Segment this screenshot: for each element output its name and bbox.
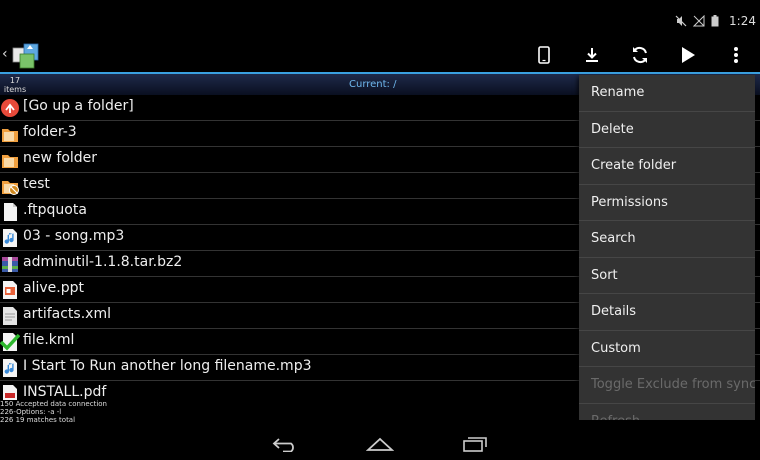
archive-file-icon (2, 257, 18, 272)
recent-apps-icon (463, 437, 487, 452)
sync-button[interactable] (616, 38, 664, 72)
action-bar: ‹ (0, 38, 760, 72)
nav-recents-button[interactable] (455, 432, 495, 456)
go-up-icon (1, 99, 19, 117)
log-line: 226-Options: -a -l (0, 408, 62, 416)
menu-item-refresh[interactable]: Refresh (579, 404, 755, 421)
folder-icon (2, 155, 18, 168)
file-name: folder-3 (23, 124, 77, 140)
navigation-bar (0, 428, 760, 460)
item-count-label: items (3, 85, 27, 94)
action-bar-buttons (520, 38, 760, 72)
file-name: .ftpquota (23, 202, 87, 218)
play-icon (682, 47, 695, 63)
menu-item-search[interactable]: Search (579, 221, 755, 258)
nav-back-button[interactable] (265, 432, 305, 456)
menu-item-sort[interactable]: Sort (579, 258, 755, 294)
file-name: test (23, 176, 50, 192)
file-icon (4, 203, 17, 221)
back-chevron-icon[interactable]: ‹ (2, 46, 8, 62)
folder-icon (2, 129, 18, 142)
current-path: Current: / (349, 79, 397, 90)
file-name: I Start To Run another long filename.mp3 (23, 358, 312, 374)
file-name: adminutil-1.1.8.tar.bz2 (23, 254, 183, 270)
xml-file-icon (3, 307, 17, 325)
more-vertical-icon (734, 47, 738, 63)
menu-item-toggle-exclude[interactable]: Toggle Exclude from sync (579, 367, 755, 404)
menu-item-permissions[interactable]: Permissions (579, 185, 755, 221)
phone-icon (538, 46, 550, 64)
no-signal-icon (692, 14, 705, 27)
log-line: 226 19 matches total (0, 416, 76, 424)
mute-icon (675, 15, 687, 27)
pdf-file-icon (3, 385, 17, 400)
sync-icon (633, 46, 647, 64)
menu-item-create-folder[interactable]: Create folder (579, 148, 755, 185)
item-count: 17 items (0, 76, 30, 94)
presentation-file-icon (3, 281, 17, 299)
download-icon (586, 48, 598, 62)
file-name: artifacts.xml (23, 306, 111, 322)
battery-icon (711, 15, 723, 27)
overflow-menu: Rename Delete Create folder Permissions … (579, 75, 755, 420)
file-name: [Go up a folder] (23, 98, 134, 114)
item-count-number: 17 (9, 76, 21, 85)
menu-item-rename[interactable]: Rename (579, 75, 755, 112)
nav-home-button[interactable] (360, 432, 400, 456)
synced-file-icon (0, 333, 20, 351)
file-name: new folder (23, 150, 98, 166)
file-name: alive.ppt (23, 280, 84, 296)
music-file-icon (3, 359, 17, 377)
menu-item-delete[interactable]: Delete (579, 112, 755, 148)
connection-log: 150 Accepted data connection 226-Options… (0, 400, 400, 428)
device-button[interactable] (520, 38, 568, 72)
log-line: 150 Accepted data connection (0, 400, 107, 408)
status-time: 1:24 (729, 14, 756, 28)
folder-excluded-icon (2, 181, 19, 195)
status-bar: 1:24 (0, 0, 760, 38)
overflow-menu-button[interactable] (712, 38, 760, 72)
back-arrow-icon (272, 438, 294, 452)
app-logo-icon[interactable] (10, 40, 42, 70)
file-name: 03 - song.mp3 (23, 228, 125, 244)
file-name: INSTALL.pdf (23, 384, 107, 400)
play-button[interactable] (664, 38, 712, 72)
file-name: file.kml (23, 332, 75, 348)
home-icon (366, 437, 394, 451)
music-file-icon (3, 229, 17, 247)
menu-item-custom[interactable]: Custom (579, 331, 755, 367)
status-icons: 1:24 (675, 14, 756, 28)
menu-item-details[interactable]: Details (579, 294, 755, 331)
download-button[interactable] (568, 38, 616, 72)
